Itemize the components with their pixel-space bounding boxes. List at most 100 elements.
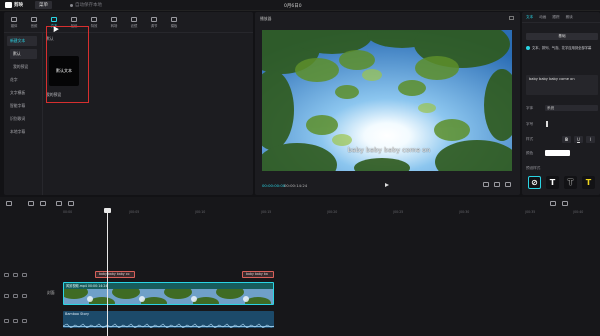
undo-icon[interactable] xyxy=(28,200,34,206)
select-tool-icon[interactable] xyxy=(6,200,12,206)
tool-label: 调节 xyxy=(150,23,158,28)
video-track-header xyxy=(4,291,44,300)
track-type-icon xyxy=(4,318,9,323)
lock-icon[interactable] xyxy=(13,272,18,277)
save-status-icon xyxy=(70,3,73,7)
fit-icon[interactable] xyxy=(483,182,489,187)
text-icon xyxy=(51,16,57,22)
preset-none[interactable]: ⊘ xyxy=(528,176,541,189)
media-panel: 媒体 音频 文本 贴纸 特效 转场 滤镜 调节 模板 新建文本 默认 我的预设 … xyxy=(4,12,253,195)
basic-preset-button[interactable]: 基础 xyxy=(526,33,598,40)
time-ruler[interactable]: 00:00 |00:05 |00:10 |00:15 |00:20 |00:25… xyxy=(63,209,600,216)
divider xyxy=(42,33,43,195)
adjust-icon xyxy=(151,16,157,22)
sidebar-item-auto-captions[interactable]: 智能字幕 xyxy=(7,101,37,111)
editor-window: 剪映 菜单 自动保存本地 0月6日0 媒体 音频 文本 贴纸 特效 转场 滤镜 … xyxy=(0,0,600,336)
tab-animation[interactable]: 动画 xyxy=(539,15,546,20)
player-panel: 播放器 baby baby baby come on 00:00:00:00 0… xyxy=(255,12,520,195)
eye-icon[interactable] xyxy=(22,272,27,277)
font-select[interactable]: 系统 xyxy=(545,105,598,111)
sidebar-item-local-captions[interactable]: 本地字幕 xyxy=(7,127,37,137)
sidebar-item-default[interactable]: 默认 xyxy=(10,49,37,59)
ruler-tick: |00:40 xyxy=(573,210,584,214)
tab-filter[interactable]: 滤镜 xyxy=(124,12,144,32)
tab-read-aloud[interactable]: 朗读 xyxy=(566,15,573,20)
ruler-tick: |00:15 xyxy=(261,210,272,214)
size-slider[interactable] xyxy=(546,121,548,127)
subtitle-clip[interactable]: baby baby ba xyxy=(242,271,274,278)
mic-icon[interactable] xyxy=(550,200,556,206)
ruler-tick: |00:25 xyxy=(393,210,404,214)
speaker-icon[interactable] xyxy=(22,318,27,323)
sidebar-item-flower-text[interactable]: 花字 xyxy=(7,75,37,85)
subtitle-text-input[interactable]: baby baby baby come on xyxy=(526,75,598,95)
logo-icon xyxy=(5,2,12,8)
tool-label: 转场 xyxy=(110,23,118,28)
video-preview[interactable]: baby baby baby come on xyxy=(262,30,512,171)
lock-icon[interactable] xyxy=(13,293,18,298)
filter-icon xyxy=(131,16,137,22)
cover-button[interactable]: 封面 xyxy=(47,290,55,296)
color-label: 颜色 xyxy=(526,151,534,155)
audio-icon xyxy=(31,16,37,22)
draft-status-text: 自动保存本地 xyxy=(75,3,102,8)
app-logo: 剪映 xyxy=(5,2,23,8)
audio-waveform xyxy=(63,323,274,328)
tab-adjust[interactable]: 调节 xyxy=(144,12,164,32)
total-time: 00:00:14:24 xyxy=(284,183,308,188)
style-label: 样式 xyxy=(526,137,534,141)
italic-button[interactable]: I xyxy=(586,136,595,143)
delete-icon[interactable] xyxy=(68,200,74,206)
template-icon xyxy=(171,16,177,22)
bold-button[interactable]: B xyxy=(562,136,571,143)
sidebar-item-my-presets[interactable]: 我的预设 xyxy=(10,62,37,72)
playhead[interactable] xyxy=(107,209,108,336)
audio-clip-label: Bamboo Story xyxy=(65,312,90,316)
main-toolbar: 媒体 音频 文本 贴纸 特效 转场 滤镜 调节 模板 xyxy=(4,12,253,32)
tool-label: 特效 xyxy=(90,23,98,28)
subtitle-overlay[interactable]: baby baby baby come on xyxy=(324,146,454,154)
ratio-icon[interactable] xyxy=(494,182,500,187)
underline-button[interactable]: U xyxy=(574,136,583,143)
tab-template[interactable]: 模板 xyxy=(164,12,184,32)
text-color-swatch[interactable] xyxy=(545,150,570,156)
sidebar-item-text-template[interactable]: 文字模板 xyxy=(7,88,37,98)
eye-icon[interactable] xyxy=(22,293,27,298)
split-icon[interactable] xyxy=(56,200,62,206)
video-clip[interactable]: 风景视频.mp4 00:00:14:24 xyxy=(63,282,274,305)
timeline-toolbar xyxy=(0,197,600,209)
sidebar-item-new-text[interactable]: 新建文本 xyxy=(7,36,37,46)
tab-media[interactable]: 媒体 xyxy=(4,12,24,32)
ruler-tick: |00:20 xyxy=(327,210,338,214)
preset-outline[interactable]: T xyxy=(564,176,577,189)
audio-clip[interactable]: Bamboo Story xyxy=(63,311,274,328)
fullscreen-icon[interactable] xyxy=(505,182,511,187)
audio-track-header xyxy=(4,316,44,325)
subtitle-clip[interactable]: baby baby baby co xyxy=(95,271,135,278)
annotation-highlight-box xyxy=(46,26,89,103)
menu-button[interactable]: 菜单 xyxy=(35,1,52,9)
redo-icon[interactable] xyxy=(40,200,46,206)
preset-style-label: 预设样式 xyxy=(526,166,541,170)
inspector-panel: 文本 动画 跟踪 朗读 基础 文本、排列、气泡、花字应用到全部字幕 baby b… xyxy=(522,12,600,195)
preset-yellow[interactable]: T xyxy=(582,176,595,189)
media-icon xyxy=(11,16,17,22)
checkbox-icon[interactable] xyxy=(526,45,530,50)
preset-white[interactable]: T xyxy=(546,176,559,189)
apply-all-option[interactable]: 文本、排列、气泡、花字应用到全部字幕 xyxy=(526,45,591,50)
menu-icon[interactable] xyxy=(509,16,514,20)
tab-audio[interactable]: 音频 xyxy=(24,12,44,32)
draft-status: 自动保存本地 xyxy=(70,2,102,8)
tab-text-props[interactable]: 文本 xyxy=(526,15,533,20)
tool-label: 模板 xyxy=(170,23,178,28)
text-sidebar: 新建文本 默认 我的预设 花字 文字模板 智能字幕 识别歌词 本地字幕 xyxy=(4,33,42,195)
lock-icon[interactable] xyxy=(13,318,18,323)
sidebar-item-lyrics[interactable]: 识别歌词 xyxy=(7,114,37,124)
track-type-icon xyxy=(4,293,9,298)
ruler-tick: 00:00 xyxy=(63,210,73,214)
play-icon[interactable] xyxy=(385,183,389,187)
tab-transition[interactable]: 转场 xyxy=(104,12,124,32)
project-title: 0月6日0 xyxy=(284,4,302,9)
tab-tracking[interactable]: 跟踪 xyxy=(552,15,559,20)
zoom-icon[interactable] xyxy=(562,200,568,206)
